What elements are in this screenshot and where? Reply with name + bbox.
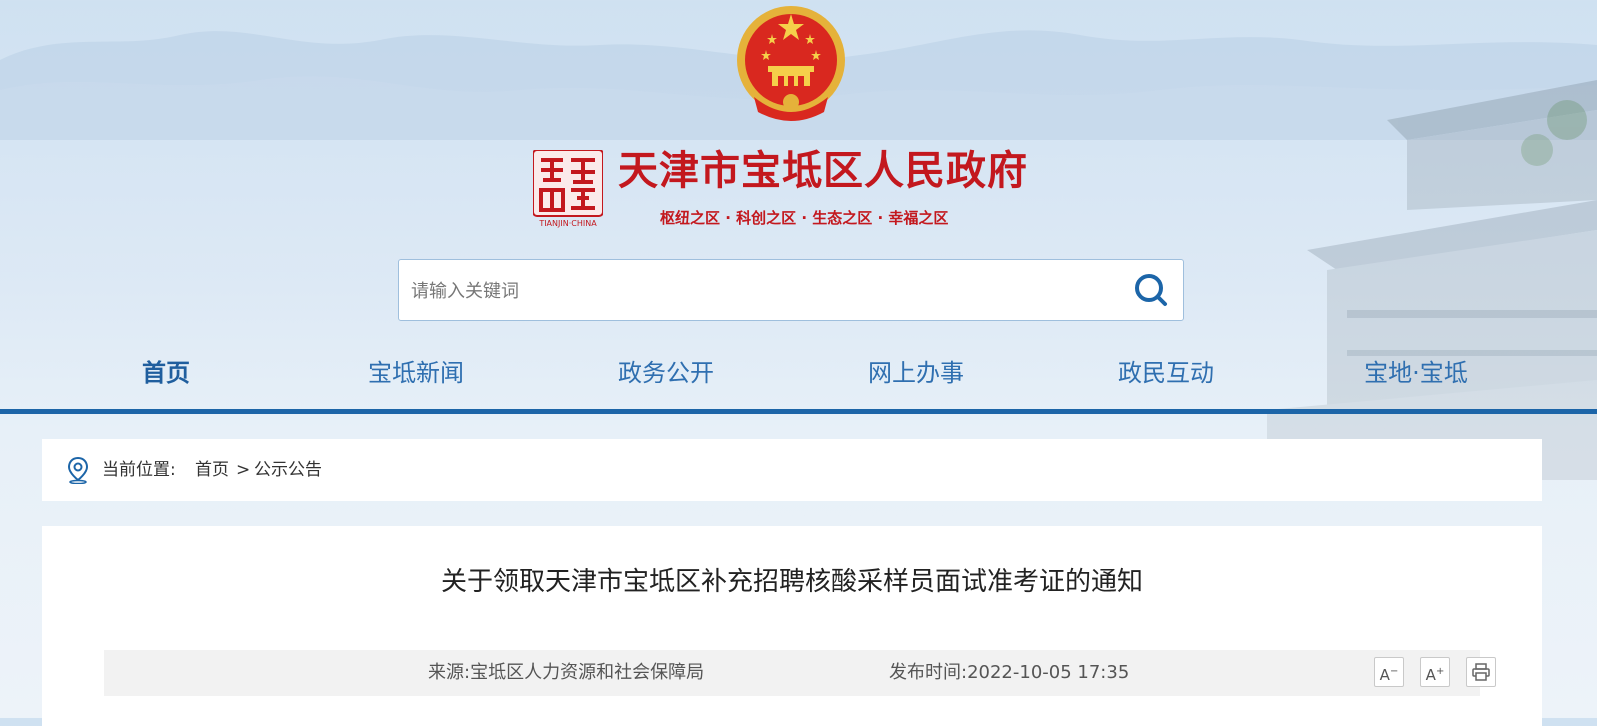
main-nav: 首页 宝坻新闻 政务公开 网上办事 政民互动 宝地·宝坻 (0, 340, 1597, 406)
printer-icon (1472, 663, 1490, 681)
article-panel: 关于领取天津市宝坻区补充招聘核酸采样员面试准考证的通知 来源:宝坻区人力资源和社… (42, 526, 1542, 726)
site-title: 天津市宝坻区人民政府 (618, 148, 1028, 194)
article-source: 来源:宝坻区人力资源和社会保障局 (428, 662, 705, 683)
national-emblem-icon (737, 6, 845, 121)
site-slogan: 枢纽之区 · 科创之区 · 生态之区 · 幸福之区 (660, 209, 949, 227)
nav-item-news[interactable]: 宝坻新闻 (336, 340, 496, 406)
article-date: 发布时间:2022-10-05 17:35 (889, 662, 1130, 683)
pagoda-illustration (1267, 80, 1597, 480)
search-input[interactable] (409, 270, 1103, 312)
font-decrease-button[interactable]: A− (1374, 657, 1404, 687)
nav-item-online-services[interactable]: 网上办事 (836, 340, 996, 406)
breadcrumb-home-link[interactable]: 首页 (195, 439, 229, 501)
font-increase-icon: A (1425, 666, 1436, 684)
seal-caption: TIANJIN·CHINA (538, 219, 597, 228)
tianjin-seal-logo: TIANJIN·CHINA (533, 150, 603, 228)
print-button[interactable] (1466, 657, 1496, 687)
nav-item-interaction[interactable]: 政民互动 (1086, 340, 1246, 406)
breadcrumb-current[interactable]: 公示公告 (254, 439, 322, 501)
search-bar (398, 259, 1184, 321)
font-decrease-icon: A (1379, 666, 1390, 684)
breadcrumb-label: 当前位置: (102, 460, 176, 480)
article-title: 关于领取天津市宝坻区补充招聘核酸采样员面试准考证的通知 (440, 567, 1143, 597)
location-pin-icon (67, 456, 89, 484)
nav-item-gov-affairs[interactable]: 政务公开 (586, 340, 746, 406)
nav-item-baodi[interactable]: 宝地·宝坻 (1336, 340, 1496, 406)
search-button[interactable] (1131, 270, 1173, 310)
breadcrumb-separator: > (236, 460, 251, 480)
nav-item-home[interactable]: 首页 (86, 340, 246, 406)
font-increase-button[interactable]: A+ (1420, 657, 1450, 687)
article-meta-bar: 来源:宝坻区人力资源和社会保障局 发布时间:2022-10-05 17:35 A… (104, 650, 1496, 696)
nav-divider (0, 409, 1597, 414)
breadcrumb: 当前位置: 首页 > 公示公告 (42, 439, 1542, 501)
search-icon (1135, 274, 1167, 306)
